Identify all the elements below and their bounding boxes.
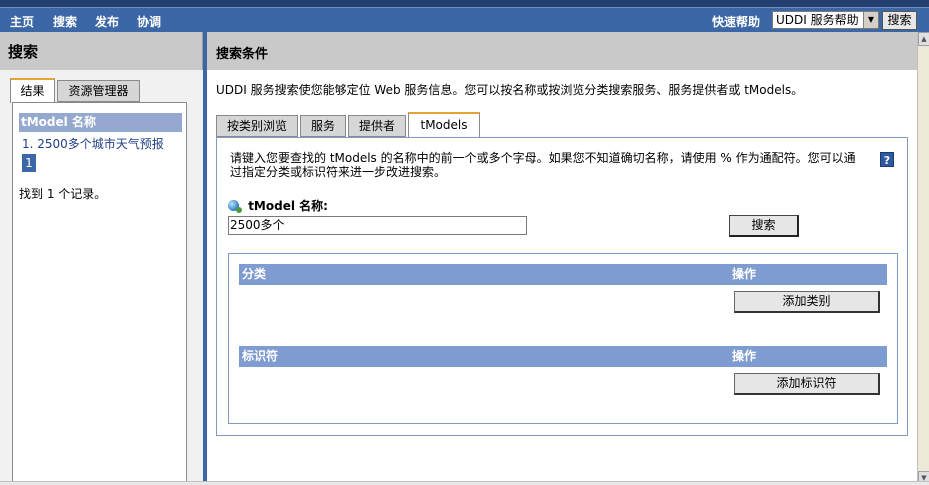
quick-help-select-value: UDDI 服务帮助	[776, 13, 859, 27]
tmodels-search-pane: 请键入您要查找的 tModels 的名称中的前一个或多个字母。如果您不知道确切名…	[216, 137, 908, 436]
top-navigation-strip: 主页 搜索 发布 协调 快速帮助 UDDI 服务帮助 ▼ 搜索	[0, 7, 929, 32]
scroll-up-arrow-icon[interactable]: ▲	[918, 32, 929, 46]
top-navigation-bar: 主页 搜索 发布 协调 快速帮助 UDDI 服务帮助 ▼ 搜索	[0, 0, 929, 32]
left-panel-header: 搜索	[0, 32, 203, 70]
results-count: 找到 1 个记录。	[19, 187, 107, 201]
add-identifier-button[interactable]: 添加标识符	[734, 373, 880, 395]
quick-help-select[interactable]: UDDI 服务帮助 ▼	[772, 11, 879, 29]
tab-providers[interactable]: 提供者	[348, 115, 406, 137]
categories-header: 分类 操作	[239, 264, 887, 285]
quick-help-search-button[interactable]: 搜索	[882, 11, 917, 30]
tab-results[interactable]: 结果	[10, 78, 55, 103]
search-description: UDDI 服务搜索使您能够定位 Web 服务信息。您可以按名称或按浏览分类搜索服…	[216, 83, 804, 97]
categories-operation-header: 操作	[732, 267, 757, 281]
tmodel-name-label: tModel 名称:	[228, 197, 328, 214]
refine-search-box: 分类 操作 添加类别 标识符 操作 添加标识符	[228, 253, 898, 424]
nav-search-link[interactable]: 搜索	[53, 13, 77, 30]
panel-divider[interactable]	[203, 32, 207, 485]
tab-resource-manager[interactable]: 资源管理器	[57, 80, 140, 102]
search-button[interactable]: 搜索	[729, 215, 799, 237]
results-page-number[interactable]: 1	[22, 154, 36, 172]
results-column-header: tModel 名称	[19, 113, 182, 132]
field-bullet-dot	[236, 207, 242, 213]
vertical-scrollbar[interactable]: ▲ ▼	[917, 32, 929, 485]
tab-tmodels[interactable]: tModels	[408, 112, 480, 138]
result-link[interactable]: 1. 2500多个城市天气预报	[22, 135, 164, 152]
search-instructions: 请键入您要查找的 tModels 的名称中的前一个或多个字母。如果您不知道确切名…	[230, 151, 856, 179]
identifiers-header-label: 标识符	[242, 349, 279, 363]
categories-header-label: 分类	[242, 267, 267, 281]
identifiers-header: 标识符 操作	[239, 346, 887, 367]
right-panel-title: 搜索条件	[216, 47, 269, 62]
nav-home-link[interactable]: 主页	[10, 13, 34, 30]
nav-coordinate-link[interactable]: 协调	[137, 13, 161, 30]
identifiers-operation-header: 操作	[732, 349, 757, 363]
add-category-button[interactable]: 添加类别	[734, 291, 880, 313]
tmodel-name-label-text: tModel 名称:	[248, 199, 328, 213]
right-panel-header: 搜索条件	[207, 32, 917, 70]
help-icon[interactable]: ?	[880, 152, 894, 167]
chevron-down-icon[interactable]: ▼	[863, 12, 878, 28]
tab-services[interactable]: 服务	[300, 115, 346, 137]
nav-publish-link[interactable]: 发布	[95, 13, 119, 30]
left-panel-title: 搜索	[8, 43, 39, 61]
results-pane: tModel 名称 1. 2500多个城市天气预报 1 找到 1 个记录。	[12, 102, 187, 485]
quick-help-label: 快速帮助	[712, 15, 761, 29]
tmodel-name-input[interactable]: 2500多个	[228, 216, 527, 235]
bottom-edge	[0, 481, 929, 485]
tab-browse-by-category[interactable]: 按类别浏览	[216, 115, 298, 137]
